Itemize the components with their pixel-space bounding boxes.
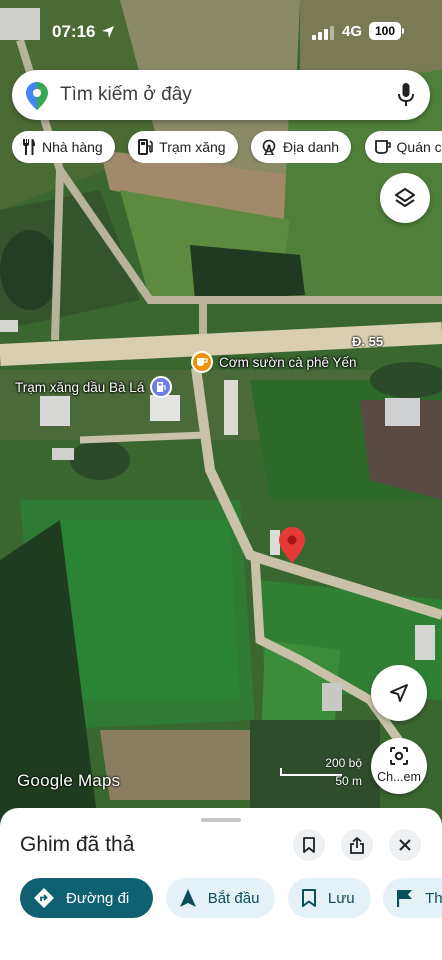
- poi-gas-label: Trạm xăng dầu Bà Lá: [15, 379, 145, 395]
- start-label: Bắt đầu: [207, 889, 260, 907]
- chip-attractions[interactable]: Địa danh: [251, 131, 352, 163]
- chip-label: Trạm xăng: [159, 139, 226, 155]
- status-bar: 07:16 4G 100: [0, 18, 442, 48]
- action-buttons: Đường đi Bắt đầu Lưu Thêm: [20, 878, 442, 918]
- bookmark-icon: [301, 889, 316, 907]
- directions-label: Đường đi: [66, 889, 130, 907]
- add-label-button[interactable]: Thêm: [383, 878, 442, 918]
- location-arrow-icon: [102, 26, 114, 38]
- coffee-cup-icon: [374, 140, 391, 154]
- fork-knife-icon: [23, 139, 35, 155]
- search-bar[interactable]: Tìm kiếm ở đây: [12, 70, 430, 120]
- navigation-arrow-icon: [390, 684, 408, 702]
- scale-meters: 50 m: [335, 774, 362, 788]
- dropped-pin-icon[interactable]: [279, 527, 305, 563]
- road-label: Đ. 55: [352, 334, 384, 349]
- navigation-start-icon: [179, 889, 196, 907]
- chip-label: Nhà hàng: [42, 139, 103, 155]
- share-icon: [350, 836, 364, 854]
- my-location-button[interactable]: [371, 665, 427, 721]
- start-button[interactable]: Bắt đầu: [165, 878, 276, 918]
- satellite-imagery: [0, 0, 442, 840]
- lens-label: Ch...em: [377, 770, 421, 784]
- drag-handle[interactable]: [201, 818, 241, 822]
- close-icon: [399, 839, 411, 851]
- camera-lens-icon: [390, 747, 408, 765]
- microphone-icon[interactable]: [398, 83, 414, 107]
- share-button[interactable]: [341, 829, 373, 861]
- scale-bar: 200 bộ 50 m: [278, 756, 364, 788]
- bookmark-icon: [303, 837, 315, 853]
- close-button[interactable]: [389, 829, 421, 861]
- battery-icon: 100: [369, 22, 401, 40]
- status-time: 07:16: [52, 22, 96, 41]
- directions-button[interactable]: Đường đi: [20, 878, 154, 918]
- ferris-wheel-icon: [262, 139, 276, 155]
- add-label: Thêm: [425, 889, 442, 907]
- scale-line: [280, 768, 342, 776]
- save-label: Lưu: [327, 889, 355, 907]
- gas-pump-icon: [150, 376, 173, 398]
- chip-restaurants[interactable]: Nhà hàng: [12, 131, 115, 163]
- battery-tip: [402, 28, 404, 34]
- flag-icon: [397, 890, 413, 907]
- poi-gas-station[interactable]: Trạm xăng dầu Bà Lá: [15, 376, 173, 398]
- chip-label: Địa danh: [283, 139, 340, 155]
- lens-button[interactable]: Ch...em: [371, 738, 427, 794]
- chip-gas-stations[interactable]: Trạm xăng: [128, 131, 238, 163]
- poi-cafe[interactable]: Cơm sườn cà phê Yến: [191, 351, 357, 373]
- gas-pump-icon: [138, 139, 153, 155]
- search-input[interactable]: Tìm kiếm ở đây: [60, 84, 192, 106]
- directions-icon: [34, 888, 54, 908]
- network-type: 4G: [342, 23, 363, 40]
- layers-button[interactable]: [380, 173, 430, 223]
- sheet-title: Ghim đã thả: [20, 833, 135, 856]
- map-view[interactable]: 07:16 4G 100 Tìm kiếm ở đây Nhà hàng Trạ…: [0, 0, 442, 840]
- google-maps-logo: Google Maps: [17, 771, 121, 790]
- save-button[interactable]: Lưu: [287, 878, 371, 918]
- layers-icon: [395, 188, 415, 207]
- poi-cafe-label: Cơm sườn cà phê Yến: [219, 354, 357, 370]
- category-chips: Nhà hàng Trạm xăng Địa danh Quán cà: [12, 131, 442, 163]
- place-sheet[interactable]: Ghim đã thả Đường đi Bắt đầu Lưu Th: [0, 808, 442, 960]
- bookmark-button[interactable]: [293, 829, 325, 861]
- google-maps-pin-icon: [26, 82, 48, 110]
- chip-cafes[interactable]: Quán cà: [364, 131, 442, 163]
- coffee-icon: [191, 351, 213, 373]
- chip-label: Quán cà: [396, 139, 442, 155]
- signal-icon: [312, 26, 334, 40]
